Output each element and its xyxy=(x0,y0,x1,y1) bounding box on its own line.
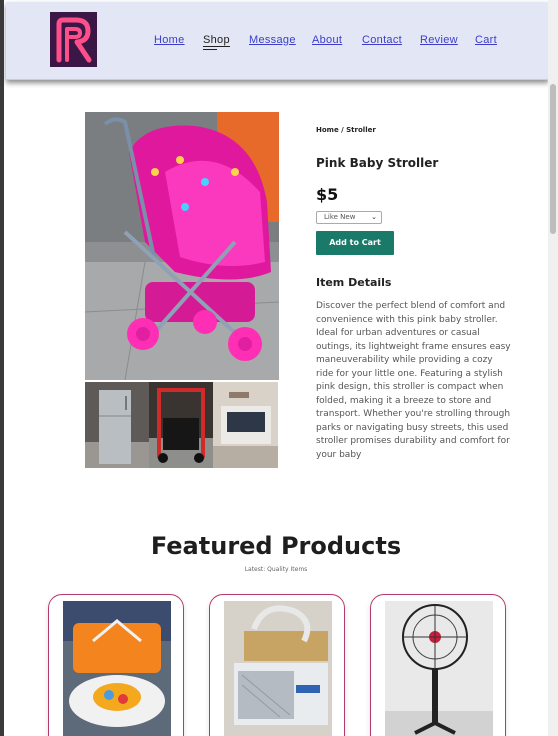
nav-shop[interactable]: Shop xyxy=(203,34,230,50)
nav-contact[interactable]: Contact xyxy=(362,34,402,46)
product-thumbnails xyxy=(85,382,278,468)
nav-message[interactable]: Message xyxy=(249,34,296,46)
product-title: Pink Baby Stroller xyxy=(316,156,439,170)
product-main-image[interactable] xyxy=(85,112,279,380)
thumbnail-fridge[interactable] xyxy=(85,382,149,468)
item-description: Discover the perfect blend of comfort an… xyxy=(316,301,511,460)
product-price: $5 xyxy=(316,185,339,204)
product-card-air-conditioner[interactable] xyxy=(209,594,345,736)
thumbnail-generator[interactable] xyxy=(149,382,213,468)
page: Home Shop Message About Contact Review C… xyxy=(4,0,548,736)
nav-home[interactable]: Home xyxy=(154,34,185,46)
add-to-cart-button[interactable]: Add to Cart xyxy=(316,231,394,255)
nav-cart[interactable]: Cart xyxy=(475,34,497,46)
scrollbar[interactable] xyxy=(548,0,558,736)
featured-subheading: Latest: Quality Items xyxy=(244,566,308,573)
thumbnail-appliance[interactable] xyxy=(213,382,278,468)
nav-about[interactable]: About xyxy=(312,34,342,46)
logo-r-icon xyxy=(56,17,92,63)
product-card-image xyxy=(224,601,332,736)
scrollbar-thumb[interactable] xyxy=(550,84,556,234)
condition-select[interactable]: Like New ⌄ xyxy=(316,211,382,224)
product-card-image xyxy=(63,601,171,736)
product-card-image xyxy=(385,601,493,736)
product-card-walker[interactable] xyxy=(48,594,184,736)
item-details-heading: Item Details xyxy=(316,276,392,289)
chevron-down-icon: ⌄ xyxy=(371,213,377,221)
site-header: Home Shop Message About Contact Review C… xyxy=(6,2,548,80)
condition-value: Like New xyxy=(324,213,356,221)
product-card-fan[interactable] xyxy=(370,594,506,736)
nav-review[interactable]: Review xyxy=(420,34,458,46)
site-logo[interactable] xyxy=(50,12,97,67)
breadcrumb[interactable]: Home / Stroller xyxy=(316,126,376,134)
featured-heading: Featured Products xyxy=(150,532,402,560)
